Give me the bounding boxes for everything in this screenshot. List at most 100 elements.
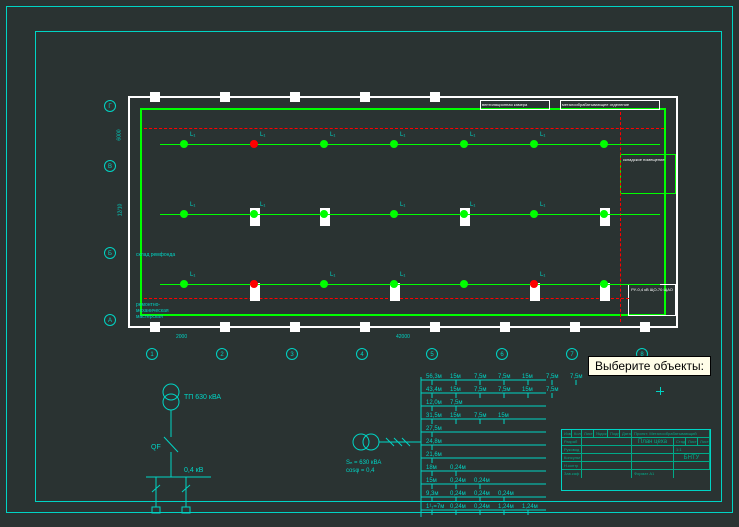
column-marker <box>570 322 580 332</box>
tb-col: Кол <box>572 430 582 437</box>
svg-text:0,24м: 0,24м <box>450 478 466 484</box>
column-marker <box>360 92 370 102</box>
light-fixture <box>180 140 188 148</box>
svg-text:7,5м: 7,5м <box>498 387 510 393</box>
tb-col: Лист <box>582 430 594 437</box>
light-fixture <box>390 140 398 148</box>
light-label: L₁ <box>330 272 335 278</box>
grid-row-v: В <box>104 160 116 172</box>
lighting-circuit-1: L₁ L₁ L₁ L₁ L₁ L₁ <box>160 144 660 145</box>
light-fixture <box>180 280 188 288</box>
svg-text:0,24м: 0,24м <box>450 465 466 471</box>
column-marker <box>640 322 650 332</box>
cable-route-bot <box>144 298 629 299</box>
svg-text:15м: 15м <box>450 387 461 393</box>
panel3: ремонтно-механическая мастерская <box>136 302 176 320</box>
light-fixture-emergency <box>250 280 258 288</box>
subroom2-text: РУ-0,4 кВ ЩО-70 ЩАО <box>629 285 675 294</box>
tb-col: Дата <box>620 430 632 437</box>
lighting-circuit-3: L₁ L₁ L₁ L₁ <box>160 284 660 285</box>
light-label: L₁ <box>330 132 335 138</box>
svg-text:15м: 15м <box>498 413 509 419</box>
svg-text:15м: 15м <box>522 387 533 393</box>
light-fixture <box>530 140 538 148</box>
tp-label: ТП 630 кВА <box>184 394 221 401</box>
light-fixture <box>530 210 538 218</box>
light-fixture <box>320 210 328 218</box>
crosshair-icon <box>656 387 664 395</box>
svg-text:15м: 15м <box>450 413 461 419</box>
light-fixture-emergency <box>250 140 258 148</box>
grid-row-a: А <box>104 314 116 326</box>
light-fixture <box>390 210 398 218</box>
qf-label: QF <box>151 444 161 451</box>
svg-text:1,24м: 1,24м <box>498 504 514 510</box>
svg-text:0,24м: 0,24м <box>450 504 466 510</box>
column-marker <box>360 322 370 332</box>
tb-org: БНТУ <box>674 454 710 461</box>
light-label: L₁ <box>470 202 475 208</box>
grid-col-6: 6 <box>496 348 508 360</box>
tb-empty <box>582 446 632 453</box>
light-label: L₁ <box>540 202 545 208</box>
grid-col-7: 7 <box>566 348 578 360</box>
svg-text:9,3м: 9,3м <box>426 491 438 497</box>
tb-role: Консульт <box>562 454 582 461</box>
light-fixture <box>250 210 258 218</box>
tb-empty <box>582 454 632 461</box>
cos-label: cosφ = 0,4 <box>346 468 375 474</box>
svg-text:0,24м: 0,24м <box>498 491 514 497</box>
lighting-circuit-2: L₁ L₁ L₁ L₁ L₁ <box>160 214 660 215</box>
tb-empty <box>632 462 674 469</box>
tb-sheets: Листов 5 <box>698 438 710 445</box>
command-tooltip: Выберите объекты: <box>588 356 711 376</box>
svg-text:7,5м: 7,5м <box>474 413 486 419</box>
svg-text:0,24м: 0,24м <box>474 504 490 510</box>
subroom-store: складское помещение <box>620 154 676 194</box>
column-marker <box>290 92 300 102</box>
tb-sheet-title: План цеха <box>632 438 674 445</box>
column-marker <box>150 92 160 102</box>
svg-text:15м: 15м <box>426 478 437 484</box>
tb-format: Формат А1 <box>632 470 674 478</box>
column-marker <box>290 322 300 332</box>
svg-text:15м: 15м <box>450 374 461 380</box>
tb-project: Проект: Металообрабатывающий производств… <box>632 430 710 437</box>
building-outline: вентиляционная камера металообрабатывающ… <box>128 96 678 328</box>
svg-text:24,8м: 24,8м <box>426 439 442 445</box>
tb-col: Подп <box>608 430 620 437</box>
light-fixture <box>460 140 468 148</box>
light-fixture <box>600 280 608 288</box>
light-label: L₁ <box>540 272 545 278</box>
column-marker <box>220 322 230 332</box>
light-fixture-emergency <box>530 280 538 288</box>
svg-text:7,5м: 7,5м <box>570 374 582 380</box>
tb-empty <box>632 454 674 461</box>
tb-empty <box>674 470 710 478</box>
light-label: L₁ <box>400 132 405 138</box>
dim-h1: 2000 <box>176 334 187 340</box>
svg-text:0,24м: 0,24м <box>474 478 490 484</box>
light-label: L₁ <box>540 132 545 138</box>
tb-empty <box>582 438 632 445</box>
column-marker <box>430 322 440 332</box>
grid-row-g: Г <box>104 100 116 112</box>
single-line-diagram-right: Sₙ = 630 кВА cosφ = 0,4 56,3м15м7,5м7,5м… <box>346 372 586 522</box>
svg-text:21,6м: 21,6м <box>426 452 442 458</box>
svg-text:7,5м: 7,5м <box>474 387 486 393</box>
grid-col-2: 2 <box>216 348 228 360</box>
tb-empty <box>582 470 632 478</box>
cad-viewport[interactable]: вентиляционная камера металообрабатывающ… <box>6 6 733 513</box>
svg-text:31,5м: 31,5м <box>426 413 442 419</box>
panel-vent: вентиляционная камера <box>480 100 550 110</box>
tb-sheetno: Лист 5 <box>686 438 698 445</box>
svg-text:7,5м: 7,5м <box>474 374 486 380</box>
light-fixture <box>390 280 398 288</box>
light-label: L₁ <box>400 202 405 208</box>
svg-text:27,5м: 27,5м <box>426 426 442 432</box>
column-marker <box>500 322 510 332</box>
svg-text:0,24м: 0,24м <box>474 491 490 497</box>
light-fixture <box>180 210 188 218</box>
column-marker <box>430 92 440 102</box>
tb-role: Зав.каф <box>562 470 582 478</box>
